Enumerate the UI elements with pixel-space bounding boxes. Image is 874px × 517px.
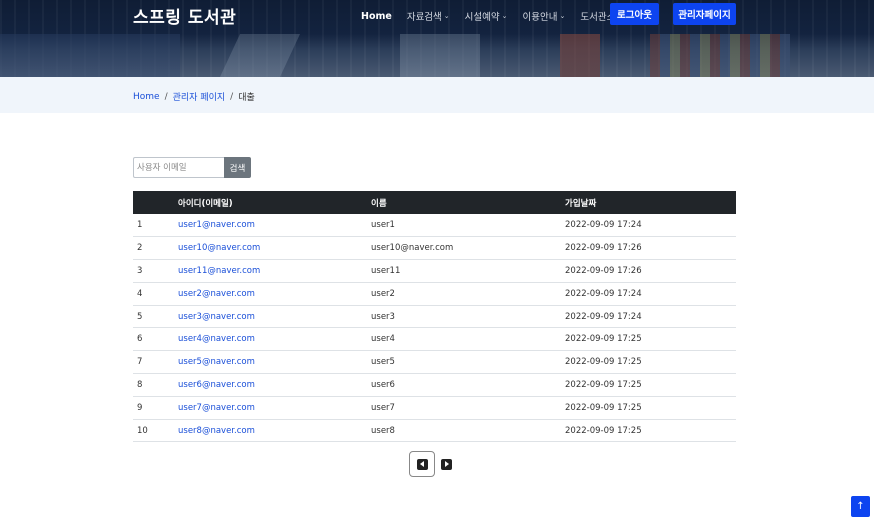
hero-background-shape [400, 34, 480, 77]
user-email-link[interactable]: user8@naver.com [178, 419, 371, 443]
column-header-name[interactable]: 이름 [371, 191, 565, 214]
hero-header: 스프링 도서관 Home 자료검색 ⌄ 시설예약 ⌄ 이용안내 ⌄ 도서관소식 … [0, 0, 874, 77]
column-header-number [133, 191, 178, 214]
breadcrumb-separator: / [230, 91, 234, 102]
breadcrumb-current: 대출 [238, 93, 255, 103]
nav-item-label: 시설예약 [464, 12, 500, 23]
joined-date: 2022-09-09 17:25 [565, 396, 736, 420]
hero-background-shape [650, 34, 790, 77]
hero-background-shape [0, 34, 180, 77]
table-row: 2 user10@naver.com user10@naver.com 2022… [133, 236, 736, 261]
table-header-row: 아이디(이메일) 이름 가입날짜 [133, 191, 736, 214]
joined-date: 2022-09-09 17:25 [565, 419, 736, 443]
nav-item-label: 이용안내 [522, 12, 558, 23]
user-email-link[interactable]: user1@naver.com [178, 214, 371, 238]
user-email-link[interactable]: user2@naver.com [178, 282, 371, 306]
nav-item-label: Home [361, 10, 392, 22]
breadcrumb-home-link[interactable]: Home [133, 92, 160, 102]
user-email-link[interactable]: user11@naver.com [178, 259, 371, 283]
breadcrumb-admin-link[interactable]: 관리자 페이지 [173, 90, 226, 103]
row-number: 1 [133, 214, 178, 238]
user-email-link[interactable]: user3@naver.com [178, 305, 371, 329]
nav-item-home[interactable]: Home [361, 11, 392, 22]
joined-date: 2022-09-09 17:24 [565, 282, 736, 306]
user-name: user1 [371, 214, 565, 238]
user-name: user10@naver.com [371, 236, 565, 261]
hero-background-shape [560, 34, 600, 77]
table-row: 4 user2@naver.com user2 2022-09-09 17:24 [133, 282, 736, 306]
breadcrumb-bar: Home / 관리자 페이지 / 대출 [0, 77, 874, 113]
next-page-button[interactable] [441, 451, 452, 477]
table-row: 7 user5@naver.com user5 2022-09-09 17:25 [133, 350, 736, 375]
joined-date: 2022-09-09 17:26 [565, 259, 736, 283]
table-row: 10 user8@naver.com user8 2022-09-09 17:2… [133, 419, 736, 443]
user-name: user5 [371, 350, 565, 375]
main-nav: Home 자료검색 ⌄ 시설예약 ⌄ 이용안내 ⌄ 도서관소식 ⌄ [361, 9, 647, 24]
search-button[interactable]: 검색 [224, 157, 251, 178]
table-row: 3 user11@naver.com user11 2022-09-09 17:… [133, 259, 736, 283]
table-row: 1 user1@naver.com user1 2022-09-09 17:24 [133, 214, 736, 238]
user-search-form: 검색 [133, 157, 251, 178]
chevron-down-icon: ⌄ [559, 12, 566, 20]
user-name: user7 [371, 396, 565, 420]
joined-date: 2022-09-09 17:25 [565, 373, 736, 397]
user-email-link[interactable]: user10@naver.com [178, 236, 371, 261]
breadcrumb: Home / 관리자 페이지 / 대출 [133, 90, 255, 104]
row-number: 9 [133, 396, 178, 420]
user-email-link[interactable]: user7@naver.com [178, 396, 371, 420]
nav-item-label: 자료검색 [406, 12, 442, 23]
breadcrumb-separator: / [164, 91, 168, 102]
row-number: 2 [133, 236, 178, 261]
pagination [409, 451, 452, 477]
joined-date: 2022-09-09 17:24 [565, 214, 736, 238]
user-name: user6 [371, 373, 565, 397]
user-email-link[interactable]: user4@naver.com [178, 327, 371, 352]
admin-page-button[interactable]: 관리자페이지 [673, 3, 736, 25]
hero-background-shape [219, 34, 301, 77]
caret-left-square-icon [416, 458, 428, 470]
table-row: 8 user6@naver.com user6 2022-09-09 17:25 [133, 373, 736, 397]
brand-logo[interactable]: 스프링 도서관 [133, 3, 236, 28]
logout-button[interactable]: 로그아웃 [610, 3, 659, 25]
column-header-joined[interactable]: 가입날짜 [565, 191, 736, 214]
back-to-top-button[interactable]: ↑ [851, 496, 870, 517]
row-number: 7 [133, 350, 178, 375]
row-number: 4 [133, 282, 178, 306]
caret-right-square-icon [441, 458, 452, 470]
table-row: 6 user4@naver.com user4 2022-09-09 17:25 [133, 327, 736, 352]
joined-date: 2022-09-09 17:25 [565, 327, 736, 352]
previous-page-button[interactable] [409, 451, 435, 477]
user-email-search-input[interactable] [133, 157, 224, 178]
nav-item-facility[interactable]: 시설예약 ⌄ [465, 9, 508, 23]
joined-date: 2022-09-09 17:26 [565, 236, 736, 261]
chevron-down-icon: ⌄ [443, 12, 450, 20]
joined-date: 2022-09-09 17:24 [565, 305, 736, 329]
user-name: user11 [371, 259, 565, 283]
table-row: 9 user7@naver.com user7 2022-09-09 17:25 [133, 396, 736, 420]
table-row: 5 user3@naver.com user3 2022-09-09 17:24 [133, 305, 736, 329]
nav-item-search[interactable]: 자료검색 ⌄ [407, 9, 450, 23]
row-number: 8 [133, 373, 178, 397]
nav-item-guide[interactable]: 이용안내 ⌄ [523, 9, 566, 23]
chevron-down-icon: ⌄ [501, 12, 508, 20]
row-number: 6 [133, 327, 178, 352]
user-name: user3 [371, 305, 565, 329]
user-name: user2 [371, 282, 565, 306]
user-email-link[interactable]: user5@naver.com [178, 350, 371, 375]
user-table: 아이디(이메일) 이름 가입날짜 1 user1@naver.com user1… [133, 191, 736, 443]
row-number: 10 [133, 419, 178, 443]
joined-date: 2022-09-09 17:25 [565, 350, 736, 375]
user-email-link[interactable]: user6@naver.com [178, 373, 371, 397]
row-number: 3 [133, 259, 178, 283]
column-header-email[interactable]: 아이디(이메일) [178, 191, 371, 214]
arrow-up-icon: ↑ [856, 501, 865, 512]
user-name: user4 [371, 327, 565, 352]
row-number: 5 [133, 305, 178, 329]
user-name: user8 [371, 419, 565, 443]
